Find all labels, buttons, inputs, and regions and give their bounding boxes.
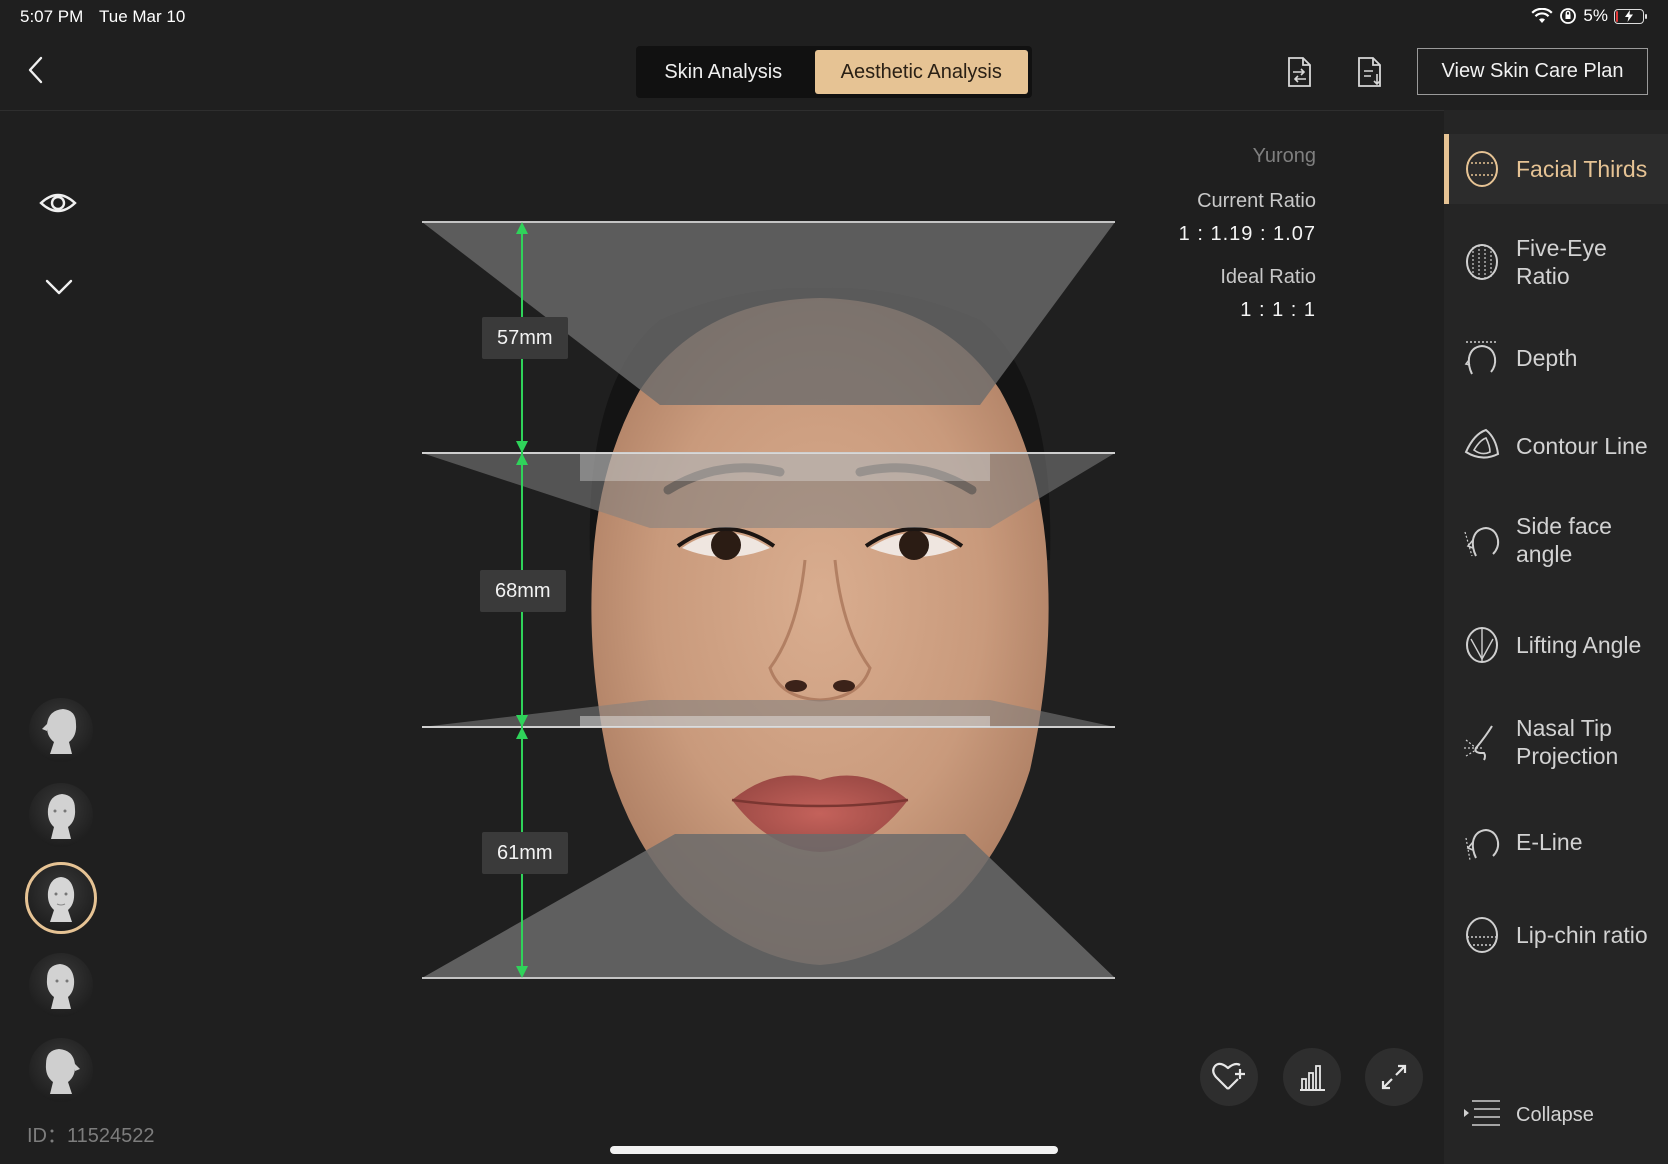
view-angle-front[interactable] xyxy=(25,862,97,934)
home-indicator[interactable] xyxy=(610,1146,1058,1154)
wifi-icon xyxy=(1531,8,1553,23)
head-right-profile-icon xyxy=(45,1049,80,1094)
sidebar-item-label: Contour Line xyxy=(1516,433,1648,459)
chevron-left-icon xyxy=(28,56,43,84)
analysis-sidebar: Facial Thirds Five-Eye Ratio Depth Conto… xyxy=(1444,110,1668,1164)
orientation-lock-icon xyxy=(1560,8,1577,24)
head-front-icon xyxy=(47,877,75,922)
analysis-type-switch: Skin Analysis Aesthetic Analysis xyxy=(636,46,1032,98)
middle-third-measurement: 68mm xyxy=(480,570,566,612)
sidebar-item-label: Lip-chin ratio xyxy=(1516,922,1648,948)
view-angle-right-45[interactable] xyxy=(29,953,93,1017)
favorite-button[interactable] xyxy=(1200,1048,1258,1106)
lower-third-measurement: 61mm xyxy=(482,832,568,874)
arrow-lower-start xyxy=(516,727,528,739)
sidebar-item-label: Nasal Tip Projection xyxy=(1516,715,1619,769)
heart-plus-icon xyxy=(1212,1062,1245,1090)
tab-skin-analysis[interactable]: Skin Analysis xyxy=(640,50,807,94)
ideal-ratio-value: 1 : 1 : 1 xyxy=(1240,299,1316,321)
nav-bar: Skin Analysis Aesthetic Analysis View Sk… xyxy=(0,34,1668,111)
tab-aesthetic-analysis[interactable]: Aesthetic Analysis xyxy=(814,50,1028,94)
view-angle-left-45[interactable] xyxy=(29,783,93,847)
sidebar-item-side-face-angle[interactable]: Side face angle xyxy=(1444,500,1668,580)
chevron-down-icon[interactable] xyxy=(42,270,76,304)
collapse-label: Collapse xyxy=(1516,1104,1594,1126)
sidebar-item-e-line[interactable]: E-Line xyxy=(1444,807,1668,877)
visibility-toggle-icon[interactable] xyxy=(38,183,78,223)
status-time: 5:07 PM xyxy=(20,7,84,26)
expand-icon xyxy=(1381,1064,1407,1090)
status-bar: 5:07 PM Tue Mar 10 5% xyxy=(0,0,1668,34)
nasal-tip-icon xyxy=(1464,725,1493,761)
side-face-icon xyxy=(1464,526,1500,557)
charging-bolt-icon xyxy=(1625,9,1633,22)
lifting-angle-icon xyxy=(1466,627,1498,663)
sidebar-item-label: Depth xyxy=(1516,345,1578,371)
current-ratio-value: 1 : 1.19 : 1.07 xyxy=(1178,223,1316,245)
bar-chart-icon xyxy=(1300,1065,1325,1091)
sidebar-item-lifting-angle[interactable]: Lifting Angle xyxy=(1444,610,1668,680)
view-angle-left-90[interactable] xyxy=(29,698,93,762)
facial-thirds-icon xyxy=(1466,151,1498,187)
sidebar-item-contour-line[interactable]: Contour Line xyxy=(1444,411,1668,481)
sidebar-collapse-button[interactable]: Collapse xyxy=(1444,1090,1668,1140)
sidebar-item-label: Side face angle xyxy=(1516,513,1612,567)
ratio-info-panel: Yurong Current Ratio 1 : 1.19 : 1.07 Ide… xyxy=(1179,145,1316,342)
head-right-oblique-icon xyxy=(46,964,75,1009)
e-line-icon xyxy=(1465,828,1500,861)
contour-line-icon xyxy=(1464,428,1500,459)
depth-icon xyxy=(1464,341,1497,375)
lip-chin-icon xyxy=(1466,917,1498,953)
battery-level xyxy=(1616,10,1618,22)
sidebar-item-lip-chin-ratio[interactable]: Lip-chin ratio xyxy=(1444,895,1668,975)
sidebar-item-facial-thirds[interactable]: Facial Thirds xyxy=(1444,134,1668,204)
sidebar-item-nasal-tip-projection[interactable]: Nasal Tip Projection xyxy=(1444,702,1668,782)
sidebar-item-label: Facial Thirds xyxy=(1516,156,1648,182)
fullscreen-button[interactable] xyxy=(1365,1048,1423,1106)
sidebar-item-five-eye-ratio[interactable]: Five-Eye Ratio xyxy=(1444,222,1668,302)
sidebar-item-label: Five-Eye Ratio xyxy=(1516,235,1607,289)
collapse-menu-icon xyxy=(1464,1100,1500,1126)
back-button[interactable] xyxy=(18,52,54,88)
head-left-profile-icon xyxy=(42,709,77,754)
arrow-upper-end xyxy=(516,441,528,453)
compare-report-icon[interactable] xyxy=(1279,52,1319,92)
status-indicators: 5% xyxy=(1531,6,1647,26)
patient-id: ID：11524522 xyxy=(27,1125,155,1147)
battery-icon xyxy=(1614,8,1647,24)
head-left-oblique-icon xyxy=(47,794,76,839)
view-angle-right-90[interactable] xyxy=(29,1038,93,1102)
five-eye-icon xyxy=(1466,244,1498,280)
sidebar-item-label: E-Line xyxy=(1516,829,1583,855)
current-ratio-label: Current Ratio xyxy=(1197,190,1316,212)
ideal-ratio-label: Ideal Ratio xyxy=(1220,266,1316,288)
statistics-button[interactable] xyxy=(1283,1048,1341,1106)
active-indicator xyxy=(1444,134,1449,204)
view-skin-care-plan-button[interactable]: View Skin Care Plan xyxy=(1417,48,1648,95)
status-date: Tue Mar 10 xyxy=(99,7,186,26)
facial-thirds-canvas: 57mm 68mm 61mm xyxy=(420,200,1220,1080)
sidebar-item-depth[interactable]: Depth xyxy=(1444,323,1668,393)
sidebar-item-label: Lifting Angle xyxy=(1516,632,1642,658)
export-report-icon[interactable] xyxy=(1349,52,1389,92)
upper-third-measurement: 57mm xyxy=(482,317,568,359)
app: 5:07 PM Tue Mar 10 5% Skin Analysis Aest… xyxy=(0,0,1668,1164)
patient-name: Yurong xyxy=(1252,145,1316,167)
battery-percent: 5% xyxy=(1583,6,1608,25)
